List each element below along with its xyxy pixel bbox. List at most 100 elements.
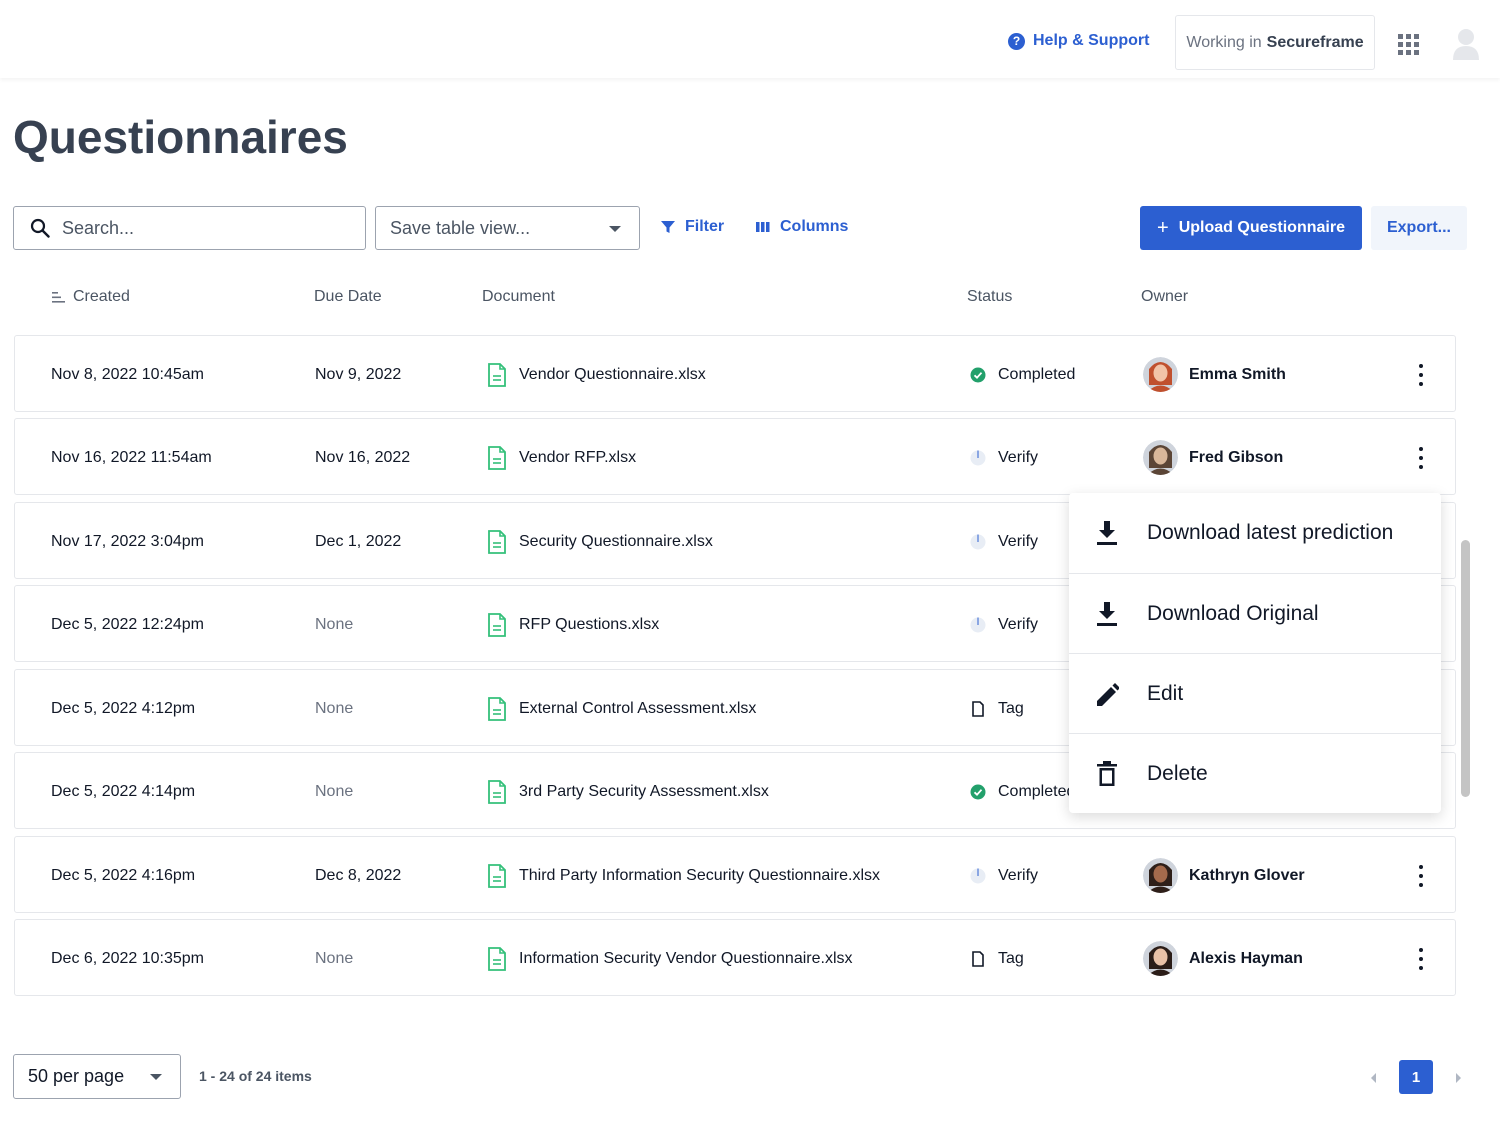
help-label: Help & Support bbox=[1033, 32, 1150, 49]
document-cell[interactable]: Vendor Questionnaire.xlsx bbox=[487, 336, 706, 413]
spreadsheet-file-icon bbox=[488, 946, 506, 971]
page-button-current[interactable]: 1 bbox=[1399, 1060, 1433, 1094]
export-label: Export... bbox=[1386, 219, 1451, 236]
help-icon: ? bbox=[1008, 32, 1025, 50]
document-cell[interactable]: External Control Assessment.xlsx bbox=[487, 670, 756, 747]
status-label: Verify bbox=[998, 866, 1039, 884]
document-cell[interactable]: Security Questionnaire.xlsx bbox=[487, 503, 713, 580]
document-name: External Control Assessment.xlsx bbox=[519, 699, 757, 717]
search-input[interactable] bbox=[62, 217, 342, 239]
table-row[interactable]: Nov 8, 2022 10:45am Nov 9, 2022 Vendor Que… bbox=[14, 335, 1456, 412]
per-page-select[interactable]: 50 per page bbox=[13, 1054, 181, 1099]
export-button[interactable]: Export... bbox=[1371, 206, 1467, 250]
document-cell[interactable]: Third Party Information Security Questio… bbox=[487, 837, 880, 914]
previous-page-button[interactable] bbox=[1358, 1062, 1390, 1094]
column-header-status[interactable]: Status bbox=[967, 288, 1012, 306]
table-row[interactable]: Dec 6, 2022 10:35pm None Information Secur… bbox=[14, 919, 1456, 996]
chevron-down-icon bbox=[609, 226, 621, 232]
columns-button[interactable]: Columns bbox=[756, 218, 848, 236]
check-circle-icon bbox=[970, 784, 986, 799]
spreadsheet-file-icon bbox=[488, 612, 506, 637]
status-label: Verify bbox=[998, 532, 1039, 550]
spreadsheet-file-icon bbox=[488, 362, 506, 387]
status-cell: Tag bbox=[970, 670, 1024, 747]
filter-button[interactable]: Filter bbox=[661, 218, 724, 236]
owner-cell: Kathryn Glover bbox=[1143, 837, 1305, 914]
chevron-right-icon bbox=[1456, 1073, 1461, 1083]
menu-item-download-latest-prediction[interactable]: Download latest prediction bbox=[1069, 493, 1441, 573]
menu-item-delete[interactable]: Delete bbox=[1069, 733, 1441, 813]
table-row[interactable]: Nov 16, 2022 11:54am Nov 16, 2022 Vendor R… bbox=[14, 418, 1456, 495]
more-actions-icon[interactable] bbox=[1417, 447, 1425, 469]
next-page-button[interactable] bbox=[1442, 1062, 1474, 1094]
due-date-cell: Dec 1, 2022 bbox=[315, 532, 402, 550]
spreadsheet-file-icon bbox=[488, 696, 506, 721]
filter-icon bbox=[661, 221, 675, 233]
created-cell: Nov 16, 2022 11:54am bbox=[51, 448, 212, 466]
owner-avatar bbox=[1143, 440, 1178, 475]
due-date-cell: None bbox=[315, 782, 354, 800]
table-row[interactable]: Dec 5, 2022 4:16pm Dec 8, 2022 Third Party… bbox=[14, 836, 1456, 913]
column-header-document[interactable]: Document bbox=[482, 288, 555, 306]
status-cell: Verify bbox=[970, 586, 1038, 663]
vertical-scrollbar[interactable] bbox=[1461, 540, 1470, 797]
chevron-down-icon bbox=[150, 1074, 162, 1080]
document-cell[interactable]: RFP Questions.xlsx bbox=[487, 586, 659, 663]
top-bar: ? Help & Support Working in Secureframe bbox=[0, 0, 1500, 78]
document-cell[interactable]: 3rd Party Security Assessment.xlsx bbox=[487, 753, 769, 830]
created-cell: Dec 5, 2022 12:24pm bbox=[51, 615, 204, 633]
owner-name: Fred Gibson bbox=[1189, 448, 1284, 466]
menu-item-label: Edit bbox=[1147, 681, 1184, 705]
filter-label: Filter bbox=[685, 218, 725, 235]
progress-icon bbox=[970, 617, 986, 632]
owner-cell: Emma Smith bbox=[1143, 336, 1286, 413]
menu-item-label: Delete bbox=[1147, 761, 1208, 785]
user-avatar-icon[interactable] bbox=[1451, 26, 1481, 60]
spreadsheet-file-icon bbox=[488, 529, 506, 554]
menu-item-download-original[interactable]: Download Original bbox=[1069, 573, 1441, 653]
menu-item-edit[interactable]: Edit bbox=[1069, 653, 1441, 733]
check-circle-icon bbox=[970, 367, 986, 382]
owner-cell: Fred Gibson bbox=[1143, 419, 1283, 496]
workspace-name: Secureframe bbox=[1266, 33, 1364, 51]
due-date-cell: None bbox=[315, 949, 354, 967]
search-icon bbox=[30, 218, 50, 238]
progress-icon bbox=[970, 534, 986, 549]
document-name: Vendor RFP.xlsx bbox=[519, 448, 637, 466]
help-support-link[interactable]: ? Help & Support bbox=[1008, 32, 1149, 50]
items-summary: 1 - 24 of 24 items bbox=[199, 1068, 312, 1084]
more-actions-icon[interactable] bbox=[1417, 948, 1425, 970]
status-label: Completed bbox=[998, 365, 1076, 383]
document-name: Security Questionnaire.xlsx bbox=[519, 532, 713, 550]
column-header-due-date[interactable]: Due Date bbox=[314, 288, 382, 306]
plus-icon: + bbox=[1157, 217, 1169, 239]
status-cell: Completed bbox=[970, 753, 1075, 830]
per-page-label: 50 per page bbox=[28, 1066, 125, 1086]
created-cell: Dec 6, 2022 10:35pm bbox=[51, 949, 204, 967]
status-cell: Verify bbox=[970, 503, 1038, 580]
due-date-cell: Nov 16, 2022 bbox=[315, 448, 411, 466]
more-actions-icon[interactable] bbox=[1417, 865, 1425, 887]
search-box[interactable] bbox=[13, 206, 366, 250]
column-header-owner[interactable]: Owner bbox=[1141, 288, 1188, 306]
document-cell[interactable]: Information Security Vendor Questionnair… bbox=[487, 920, 853, 997]
column-label: Created bbox=[73, 288, 130, 305]
document-name: Third Party Information Security Questio… bbox=[519, 866, 881, 884]
document-cell[interactable]: Vendor RFP.xlsx bbox=[487, 419, 636, 496]
column-header-created[interactable]: Created bbox=[52, 288, 130, 306]
status-label: Completed bbox=[998, 782, 1076, 800]
owner-name: Emma Smith bbox=[1189, 365, 1286, 383]
status-label: Tag bbox=[998, 949, 1024, 967]
upload-questionnaire-button[interactable]: + Upload Questionnaire bbox=[1140, 206, 1362, 250]
menu-item-label: Download Original bbox=[1147, 601, 1319, 625]
file-icon bbox=[972, 700, 984, 717]
apps-grid-icon[interactable] bbox=[1398, 34, 1419, 55]
more-actions-icon[interactable] bbox=[1417, 364, 1425, 386]
status-label: Tag bbox=[998, 699, 1024, 717]
document-name: 3rd Party Security Assessment.xlsx bbox=[519, 782, 769, 800]
sort-icon bbox=[52, 291, 65, 303]
chevron-left-icon bbox=[1371, 1073, 1376, 1083]
save-table-view-select[interactable]: Save table view... bbox=[375, 206, 640, 250]
owner-name: Kathryn Glover bbox=[1189, 866, 1305, 884]
workspace-switcher[interactable]: Working in Secureframe bbox=[1175, 15, 1375, 70]
